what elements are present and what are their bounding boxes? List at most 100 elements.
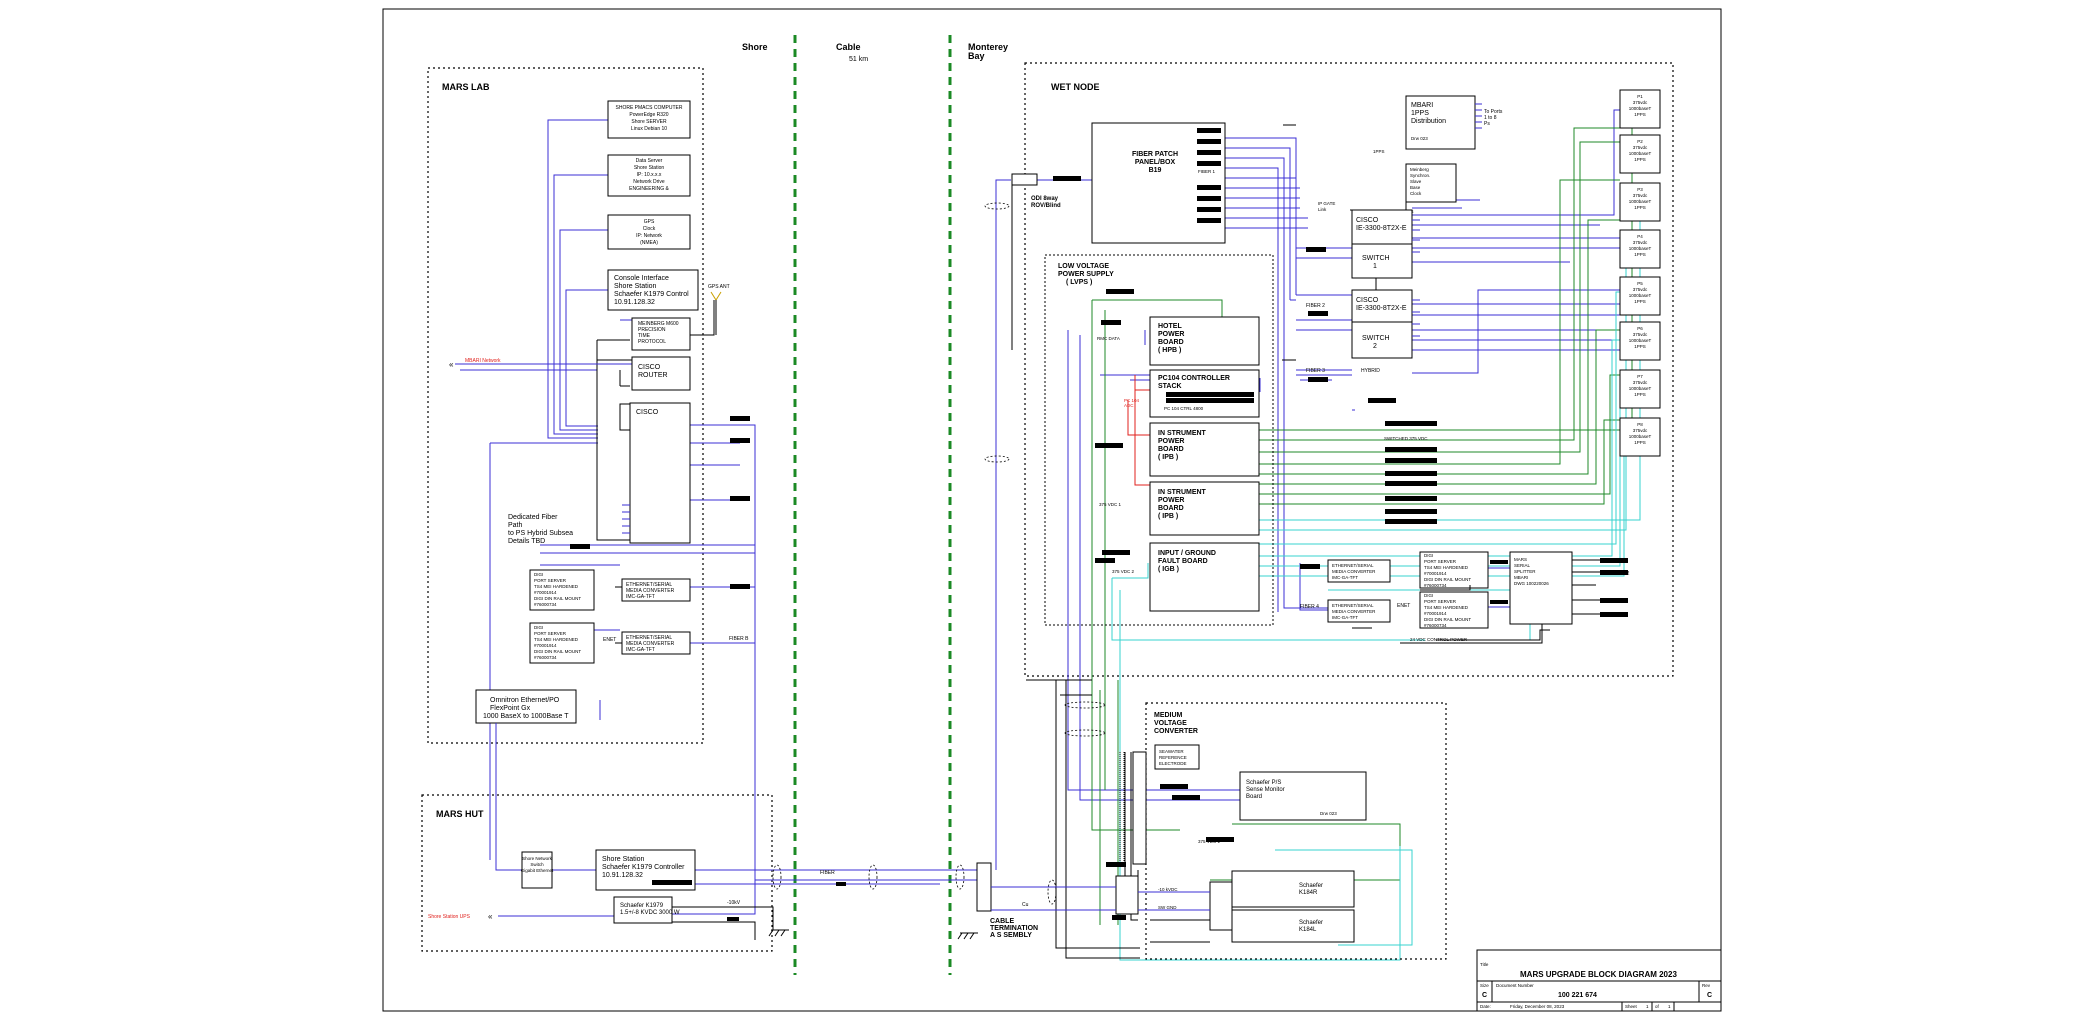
port-label: P1 [1637, 94, 1643, 99]
port-label: P4 [1637, 234, 1643, 239]
lvps-l2: POWER SUPPLY [1058, 271, 1114, 278]
mvc-sw-gnd-label: SW GND [1158, 905, 1177, 910]
lab-ss2-l1: DIGI [534, 625, 543, 630]
port-label: 1000baseT [1629, 338, 1652, 343]
port-label: P8 [1637, 422, 1643, 427]
port-label: P3 [1637, 187, 1643, 192]
port-label: 375vdc [1633, 193, 1648, 198]
data-server-line4: Network Drive [633, 179, 665, 185]
ipb1-l2: POWER [1158, 438, 1184, 445]
port-label: 375vdc [1633, 287, 1648, 292]
sheet-border [382, 8, 1722, 1012]
port-label: 1000baseT [1629, 151, 1652, 156]
hut-wiring [495, 723, 990, 917]
lvps-l3: ( LVPS ) [1066, 279, 1092, 286]
port-label: P5 [1637, 281, 1643, 286]
wet-enet-label: ENET [1397, 603, 1410, 609]
hybrid-label: HYBRID [1361, 368, 1380, 374]
console-line1: Console Interface [614, 275, 669, 282]
omnitron-line1: Omnitron Ethernet/PO [490, 697, 560, 704]
pc104-side-l2: ADC [1124, 403, 1134, 408]
splitter-l2: SERIAL [1514, 563, 1531, 568]
hpb-l4: ( HPB ) [1158, 347, 1181, 354]
tb-date: Friday, December 08, 2023 [1510, 1004, 1565, 1009]
meinberg-line4: PROTOCOL [638, 339, 666, 345]
wet-mca-l1: ETHERNET/SERIAL [1332, 563, 1374, 568]
lab-ss1-l6: #76000734 [534, 602, 557, 607]
switch1-l1: SWITCH [1362, 255, 1390, 262]
meinberg-node-l1: Meinberg [1410, 167, 1429, 172]
meinberg-node-l4: Base [1410, 185, 1421, 190]
shore-ups-label: Shore Station UPS [428, 914, 471, 920]
shore-pc-line2: PowerEdge R320 [629, 112, 668, 118]
tb-title: MARS UPGRADE BLOCK DIAGRAM 2023 [1520, 970, 1677, 979]
port-label: 1000baseT [1629, 199, 1652, 204]
k1979-l2: 1.5+/-8 KVDC 3000 W [620, 910, 680, 916]
port-label: 1PPS [1634, 392, 1646, 397]
wet-ssa-l2: PORT SERVER [1424, 559, 1457, 564]
region-bay: Bay [968, 51, 985, 61]
gps-line1: GPS [644, 219, 655, 225]
wet-red-wiring [1127, 375, 1150, 486]
console-line2: Shore Station [614, 283, 657, 290]
fiber-patch-l3: B19 [1149, 167, 1162, 174]
pc104-l2: STACK [1158, 383, 1182, 390]
switched-375-label: SWITCHED 375 VDC [1384, 436, 1428, 441]
port-label: 1PPS [1634, 440, 1646, 445]
ip-label-1: IP GATE [1318, 201, 1335, 206]
port-label: 1PPS [1634, 299, 1646, 304]
hut-shore-station-l2: Schaefer K1979 Controller [602, 864, 685, 871]
port-label: 1PPS [1634, 112, 1646, 117]
fiber-4-label: FIBER 4 [1300, 604, 1319, 610]
odi-cable-marker [1053, 176, 1081, 181]
switch2-l1: SWITCH [1362, 335, 1390, 342]
ipb1-l3: BOARD [1158, 446, 1184, 453]
gps-antenna-icon [710, 291, 722, 335]
rmc-data-label: RMC DATA [1097, 336, 1120, 341]
hut-connector-1 [652, 880, 692, 885]
vdc-24-label: 24 VDC CONTROL POWER [1410, 637, 1468, 642]
region-cable-length: 51 km [849, 56, 868, 63]
title-block [1476, 949, 1722, 1012]
hpb-l1: HOTEL [1158, 323, 1182, 330]
wet-ssa-l4: #70001914 [1424, 571, 1447, 576]
hut-fiber-label: FIBER [820, 870, 835, 876]
wet-blue-wiring [995, 109, 1620, 870]
lab-cisco-label: CISCO [636, 409, 659, 416]
shore-ups-arrow-icon: « [488, 912, 493, 921]
k184l-l1: Schaefer [1299, 920, 1323, 926]
dedicated-fiber-line1: Dedicated Fiber [508, 514, 558, 521]
shore-pc-line4: Linux Debian 10 [631, 126, 667, 132]
mvc-input-box [1115, 875, 1139, 915]
ip-label-2: Link [1318, 207, 1327, 212]
lab-cisco-ports [622, 504, 630, 534]
lab-ss2-l6: #76000734 [534, 655, 557, 660]
pps-to-ports-l3: Ps [1484, 121, 1490, 127]
port-label: P7 [1637, 374, 1643, 379]
lab-enet-label: ENET [603, 637, 616, 643]
port-label: 1000baseT [1629, 106, 1652, 111]
cable-term-l3: A S SEMBLY [990, 932, 1032, 939]
mvc-sense-wiring [1119, 752, 1125, 868]
lab-ss1-l4: #70001914 [534, 590, 557, 595]
ipb1-l1: IN STRUMENT [1158, 430, 1207, 437]
mbari-1pps-l1: MBARI [1411, 102, 1433, 109]
mbari-1pps-l3: Distribution [1411, 118, 1446, 125]
fiber-3-label: FIBER 3 [1306, 368, 1325, 374]
wet-ssa-l3: TS4 MEI HARDENED [1424, 565, 1469, 570]
omnitron-line2: FlexPoint Gx [490, 705, 531, 712]
hut-black-wiring [672, 906, 774, 940]
lab-ss2-l5: DIGI DIN RAIL MOUNT [534, 649, 581, 654]
lab-ss2-l2: PORT SERVER [534, 631, 567, 636]
vdc-375-1-label: 375 VDC 1 [1099, 502, 1122, 507]
port-label: 375vdc [1633, 145, 1648, 150]
gps-line4: (NMEA) [640, 240, 658, 246]
lvps-l1: LOW VOLTAGE [1058, 263, 1109, 270]
port-label: 1000baseT [1629, 246, 1652, 251]
wet-mcb-l2: MEDIA CONVERTER [1332, 609, 1376, 614]
port-label: P2 [1637, 139, 1643, 144]
wet-mcb-l3: IMC-GA-TFT [1332, 615, 1358, 620]
fiber-patch-l1: FIBER PATCH [1132, 151, 1178, 158]
ipb2-l2: POWER [1158, 497, 1184, 504]
cisco-sw2-label: CISCO SW 2 [1600, 571, 1630, 577]
